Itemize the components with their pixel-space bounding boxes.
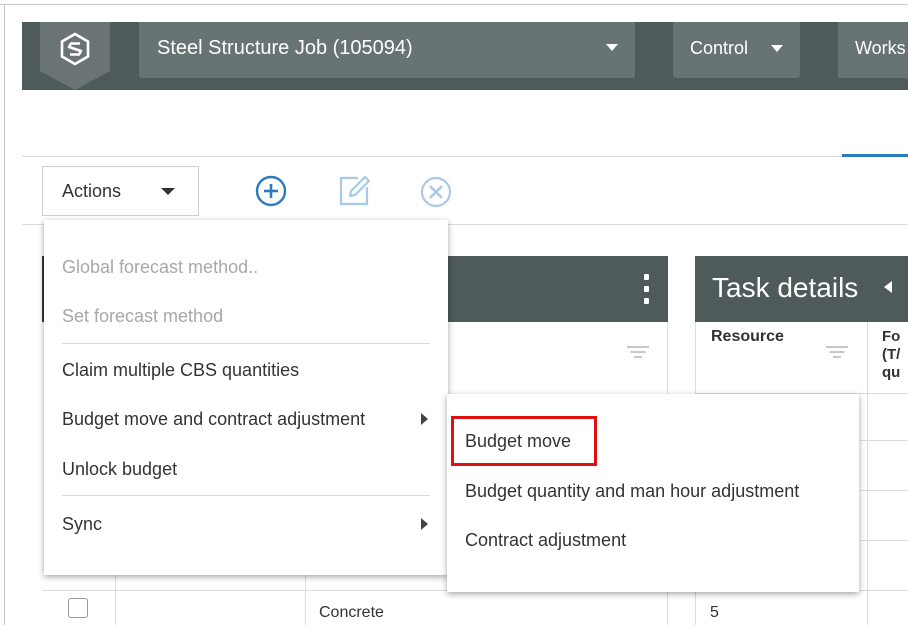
app-window: Steel Structure Job (105094) Control Wor… xyxy=(0,0,908,625)
forecast-column-header: Fo (T/ qu xyxy=(882,328,908,382)
row-checkbox[interactable] xyxy=(68,598,88,618)
collapse-arrow-icon[interactable] xyxy=(884,281,892,293)
chevron-down-icon xyxy=(606,44,618,51)
caret-down-icon xyxy=(161,188,175,195)
more-options-icon[interactable] xyxy=(640,274,654,306)
frame-border-top xyxy=(0,4,908,5)
forecast-header-line: (T/ xyxy=(882,346,901,363)
forecast-header-line: qu xyxy=(882,364,901,381)
job-selector-label: Steel Structure Job (105094) xyxy=(157,37,413,59)
grid-cell-description: Concrete xyxy=(319,604,384,621)
forecast-header-line: Fo xyxy=(882,328,901,345)
menu-item-claim-multiple-cbs[interactable]: Claim multiple CBS quantities xyxy=(62,360,299,381)
actions-menu: Global forecast method.. Set forecast me… xyxy=(44,220,448,575)
submenu-arrow-icon xyxy=(421,413,428,425)
menu-item-unlock-budget[interactable]: Unlock budget xyxy=(62,459,177,480)
submenu-item-contract-adjustment[interactable]: Contract adjustment xyxy=(465,530,626,551)
works-menu-label: Works xyxy=(855,38,906,58)
menu-item-global-forecast-method[interactable]: Global forecast method.. xyxy=(62,257,258,278)
menu-item-set-forecast-method[interactable]: Set forecast method xyxy=(62,306,223,327)
actions-dropdown-label: Actions xyxy=(62,181,122,201)
filter-icon[interactable] xyxy=(825,344,849,360)
app-logo-icon xyxy=(60,32,90,66)
control-menu-label: Control xyxy=(690,38,749,58)
submenu-arrow-icon xyxy=(421,518,428,530)
edit-icon[interactable] xyxy=(336,172,372,208)
grid-column-divider xyxy=(867,322,868,625)
cancel-circle-icon[interactable] xyxy=(419,175,453,209)
menu-separator xyxy=(62,495,430,496)
active-tab-indicator xyxy=(842,154,908,157)
menu-separator xyxy=(62,343,430,344)
tab-strip-divider xyxy=(22,156,908,157)
grid-column-divider xyxy=(115,575,116,625)
menu-item-sync[interactable]: Sync xyxy=(62,514,102,535)
submenu-item-budget-quantity-adjustment[interactable]: Budget quantity and man hour adjustment xyxy=(465,481,799,502)
chevron-down-icon xyxy=(771,45,783,52)
resource-column-header: Resource xyxy=(711,328,784,345)
add-circle-icon[interactable] xyxy=(254,174,288,208)
highlight-annotation xyxy=(451,416,597,466)
frame-border-left xyxy=(4,4,5,625)
task-details-title: Task details xyxy=(712,272,859,303)
grid-cell-value: 5 xyxy=(710,604,719,621)
menu-item-budget-move-and-contract-adjustment[interactable]: Budget move and contract adjustment xyxy=(62,409,365,430)
grid-row-divider xyxy=(860,440,908,441)
grid-row-divider xyxy=(860,490,908,491)
filter-icon[interactable] xyxy=(626,344,650,360)
grid-row-divider xyxy=(860,540,908,541)
